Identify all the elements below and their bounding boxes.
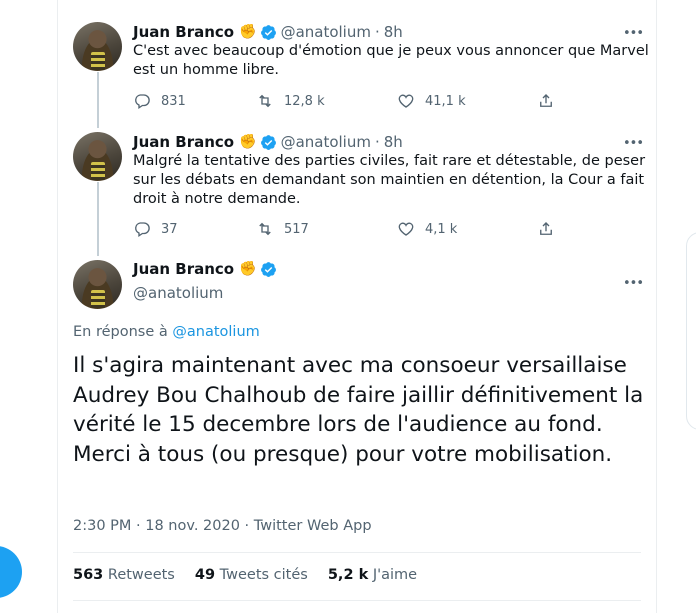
author-name[interactable]: Juan Branco [133,260,234,278]
reply-count: 831 [161,93,186,109]
reply-icon [135,222,150,238]
tweet-header: Juan Branco ✊ @anatolium · 8h [133,22,403,42]
column-border-right [656,0,657,613]
retweets-count: 563 [73,567,104,583]
reply-to-link[interactable]: @anatolium [172,324,259,340]
likes-label: J'aime [372,567,418,583]
quotes-stat[interactable]: 49 Tweets cités [195,567,308,587]
author-handle[interactable]: @anatolium [281,23,371,41]
more-icon[interactable]: ••• [623,276,644,291]
share-icon [540,94,552,107]
author-handle[interactable]: @anatolium [133,284,223,302]
like-icon [398,94,414,108]
main-tweet-text: Il s'agira maintenant avec ma consoeur v… [73,353,644,467]
like-action[interactable]: 41,1 k [397,92,466,110]
avatar[interactable] [73,22,122,71]
like-action[interactable]: 4,1 k [397,220,457,238]
sidebar-card [686,232,696,430]
compose-button[interactable] [0,546,22,598]
reply-count: 37 [161,221,178,237]
quotes-label: Tweets cités [219,567,308,583]
thread-tweet[interactable]: Juan Branco ✊ @anatolium · 8h ••• C'est … [58,22,656,122]
reply-icon [135,94,150,110]
tweet-actions: 37 517 4,1 k [133,220,633,240]
share-icon [540,222,552,235]
author-name[interactable]: Juan Branco [133,23,234,41]
verified-badge-icon [260,134,276,150]
retweet-count: 12,8 k [284,93,325,109]
divider [73,552,641,553]
like-count: 41,1 k [425,93,466,109]
more-icon[interactable]: ••• [623,26,644,41]
tweet-stats: 563 Retweets 49 Tweets cités 5,2 k J'aim… [73,567,437,587]
retweets-stat[interactable]: 563 Retweets [73,567,175,587]
raised-fist-emoji: ✊ [239,24,257,40]
like-icon [398,222,414,236]
tweet-time[interactable]: 8h [384,133,403,151]
author-name[interactable]: Juan Branco [133,133,234,151]
tweet-header: Juan Branco ✊ @anatolium · 8h [133,132,403,152]
reply-action[interactable]: 37 [133,220,178,238]
thread-tweet[interactable]: Juan Branco ✊ @anatolium · 8h ••• Malgré… [58,132,656,247]
like-count: 4,1 k [425,221,458,237]
avatar[interactable] [73,132,122,181]
tweet-metadata[interactable]: 2:30 PM · 18 nov. 2020 · Twitter Web App [73,518,372,534]
likes-stat[interactable]: 5,2 k J'aime [328,567,417,587]
main-tweet: Juan Branco ✊ @anatolium ••• [58,260,656,320]
retweets-label: Retweets [107,567,175,583]
divider [73,600,641,601]
tweet-actions: 831 12,8 k 41,1 k [133,92,633,112]
tweet-text: C'est avec beaucoup d'émotion que je peu… [133,43,649,78]
verified-badge-icon [260,24,276,40]
retweet-count: 517 [284,221,309,237]
separator-dot: · [374,23,380,41]
raised-fist-emoji: ✊ [239,134,257,150]
share-action[interactable] [537,92,565,110]
reply-prefix: En réponse à [73,324,173,340]
raised-fist-emoji: ✊ [239,261,257,277]
retweet-action[interactable]: 517 [256,220,309,238]
likes-count: 5,2 k [327,567,369,583]
tweet-text: Malgré la tentative des parties civiles,… [133,153,646,207]
retweet-icon [259,222,271,236]
separator-dot: · [374,133,380,151]
retweet-action[interactable]: 12,8 k [256,92,325,110]
reply-context: En réponse à @anatolium [73,324,260,340]
share-action[interactable] [537,220,565,238]
verified-badge-icon [260,261,276,277]
reply-action[interactable]: 831 [133,92,186,110]
quotes-count: 49 [194,567,216,583]
main-author: Juan Branco ✊ [133,260,277,278]
more-icon[interactable]: ••• [623,136,644,151]
retweet-icon [259,94,271,108]
tweet-time[interactable]: 8h [384,23,403,41]
avatar[interactable] [73,260,122,309]
author-handle[interactable]: @anatolium [281,133,371,151]
